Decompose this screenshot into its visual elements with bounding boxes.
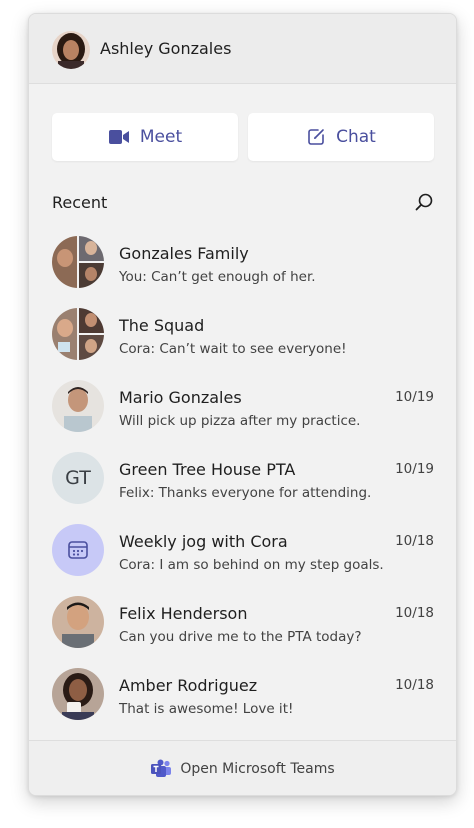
chat-flyout-panel: Ashley Gonzales Meet Chat Recent Gonzale… xyxy=(28,13,457,796)
contact-avatar xyxy=(52,380,104,432)
open-teams-link[interactable]: Open Microsoft Teams xyxy=(29,740,456,795)
chat-date: 10/18 xyxy=(395,605,434,621)
chat-name: Felix Henderson xyxy=(119,604,248,623)
teams-logo-icon xyxy=(151,759,172,777)
chat-date: 10/19 xyxy=(395,389,434,405)
open-teams-label: Open Microsoft Teams xyxy=(180,761,335,777)
recent-section-label: Recent xyxy=(52,193,108,212)
chat-item-mario-gonzales[interactable]: Mario Gonzales Will pick up pizza after … xyxy=(29,380,456,452)
chat-date: 10/19 xyxy=(395,461,434,477)
chat-preview: You: Can’t get enough of her. xyxy=(119,269,316,285)
chat-preview: Cora: Can’t wait to see everyone! xyxy=(119,341,347,357)
initials-avatar: GT xyxy=(52,452,104,504)
video-camera-icon xyxy=(108,130,129,144)
meet-button-label: Meet xyxy=(139,127,183,147)
chat-button[interactable]: Chat xyxy=(248,113,434,161)
group-avatar xyxy=(52,308,104,360)
chat-preview: Will pick up pizza after my practice. xyxy=(119,413,361,429)
contact-avatar xyxy=(52,668,104,720)
chat-preview: Cora: I am so behind on my step goals. xyxy=(119,557,384,573)
chat-name: Gonzales Family xyxy=(119,244,249,263)
user-avatar[interactable] xyxy=(52,31,90,69)
group-avatar xyxy=(52,236,104,288)
chat-button-label: Chat xyxy=(336,127,376,147)
contact-avatar xyxy=(52,596,104,648)
chat-item-the-squad[interactable]: The Squad Cora: Can’t wait to see everyo… xyxy=(29,308,456,380)
chat-date: 10/18 xyxy=(395,533,434,549)
chat-date: 10/18 xyxy=(395,677,434,693)
compose-icon xyxy=(308,129,324,145)
chat-preview: That is awesome! Love it! xyxy=(119,701,294,717)
chat-preview: Can you drive me to the PTA today? xyxy=(119,629,362,645)
search-icon[interactable] xyxy=(413,191,435,213)
chat-name: The Squad xyxy=(119,316,205,335)
flyout-header: Ashley Gonzales xyxy=(29,14,456,84)
chat-item-felix-henderson[interactable]: Felix Henderson Can you drive me to the … xyxy=(29,596,456,668)
chat-name: Mario Gonzales xyxy=(119,388,242,407)
chat-item-gonzales-family[interactable]: Gonzales Family You: Can’t get enough of… xyxy=(29,236,456,308)
meet-button[interactable]: Meet xyxy=(52,113,238,161)
chat-name: Green Tree House PTA xyxy=(119,460,296,479)
chat-preview: Felix: Thanks everyone for attending. xyxy=(119,485,372,501)
chat-name: Weekly jog with Cora xyxy=(119,532,288,551)
chat-item-weekly-jog-with-cora[interactable]: Weekly jog with Cora Cora: I am so behin… xyxy=(29,524,456,596)
chat-item-amber-rodriguez[interactable]: Amber Rodriguez That is awesome! Love it… xyxy=(29,668,456,740)
avatar-initials: GT xyxy=(52,452,104,504)
calendar-icon xyxy=(68,541,88,559)
user-name: Ashley Gonzales xyxy=(100,39,232,58)
chat-item-green-tree-house-pta[interactable]: GT Green Tree House PTA Felix: Thanks ev… xyxy=(29,452,456,524)
chat-name: Amber Rodriguez xyxy=(119,676,258,695)
meeting-avatar xyxy=(52,524,104,576)
